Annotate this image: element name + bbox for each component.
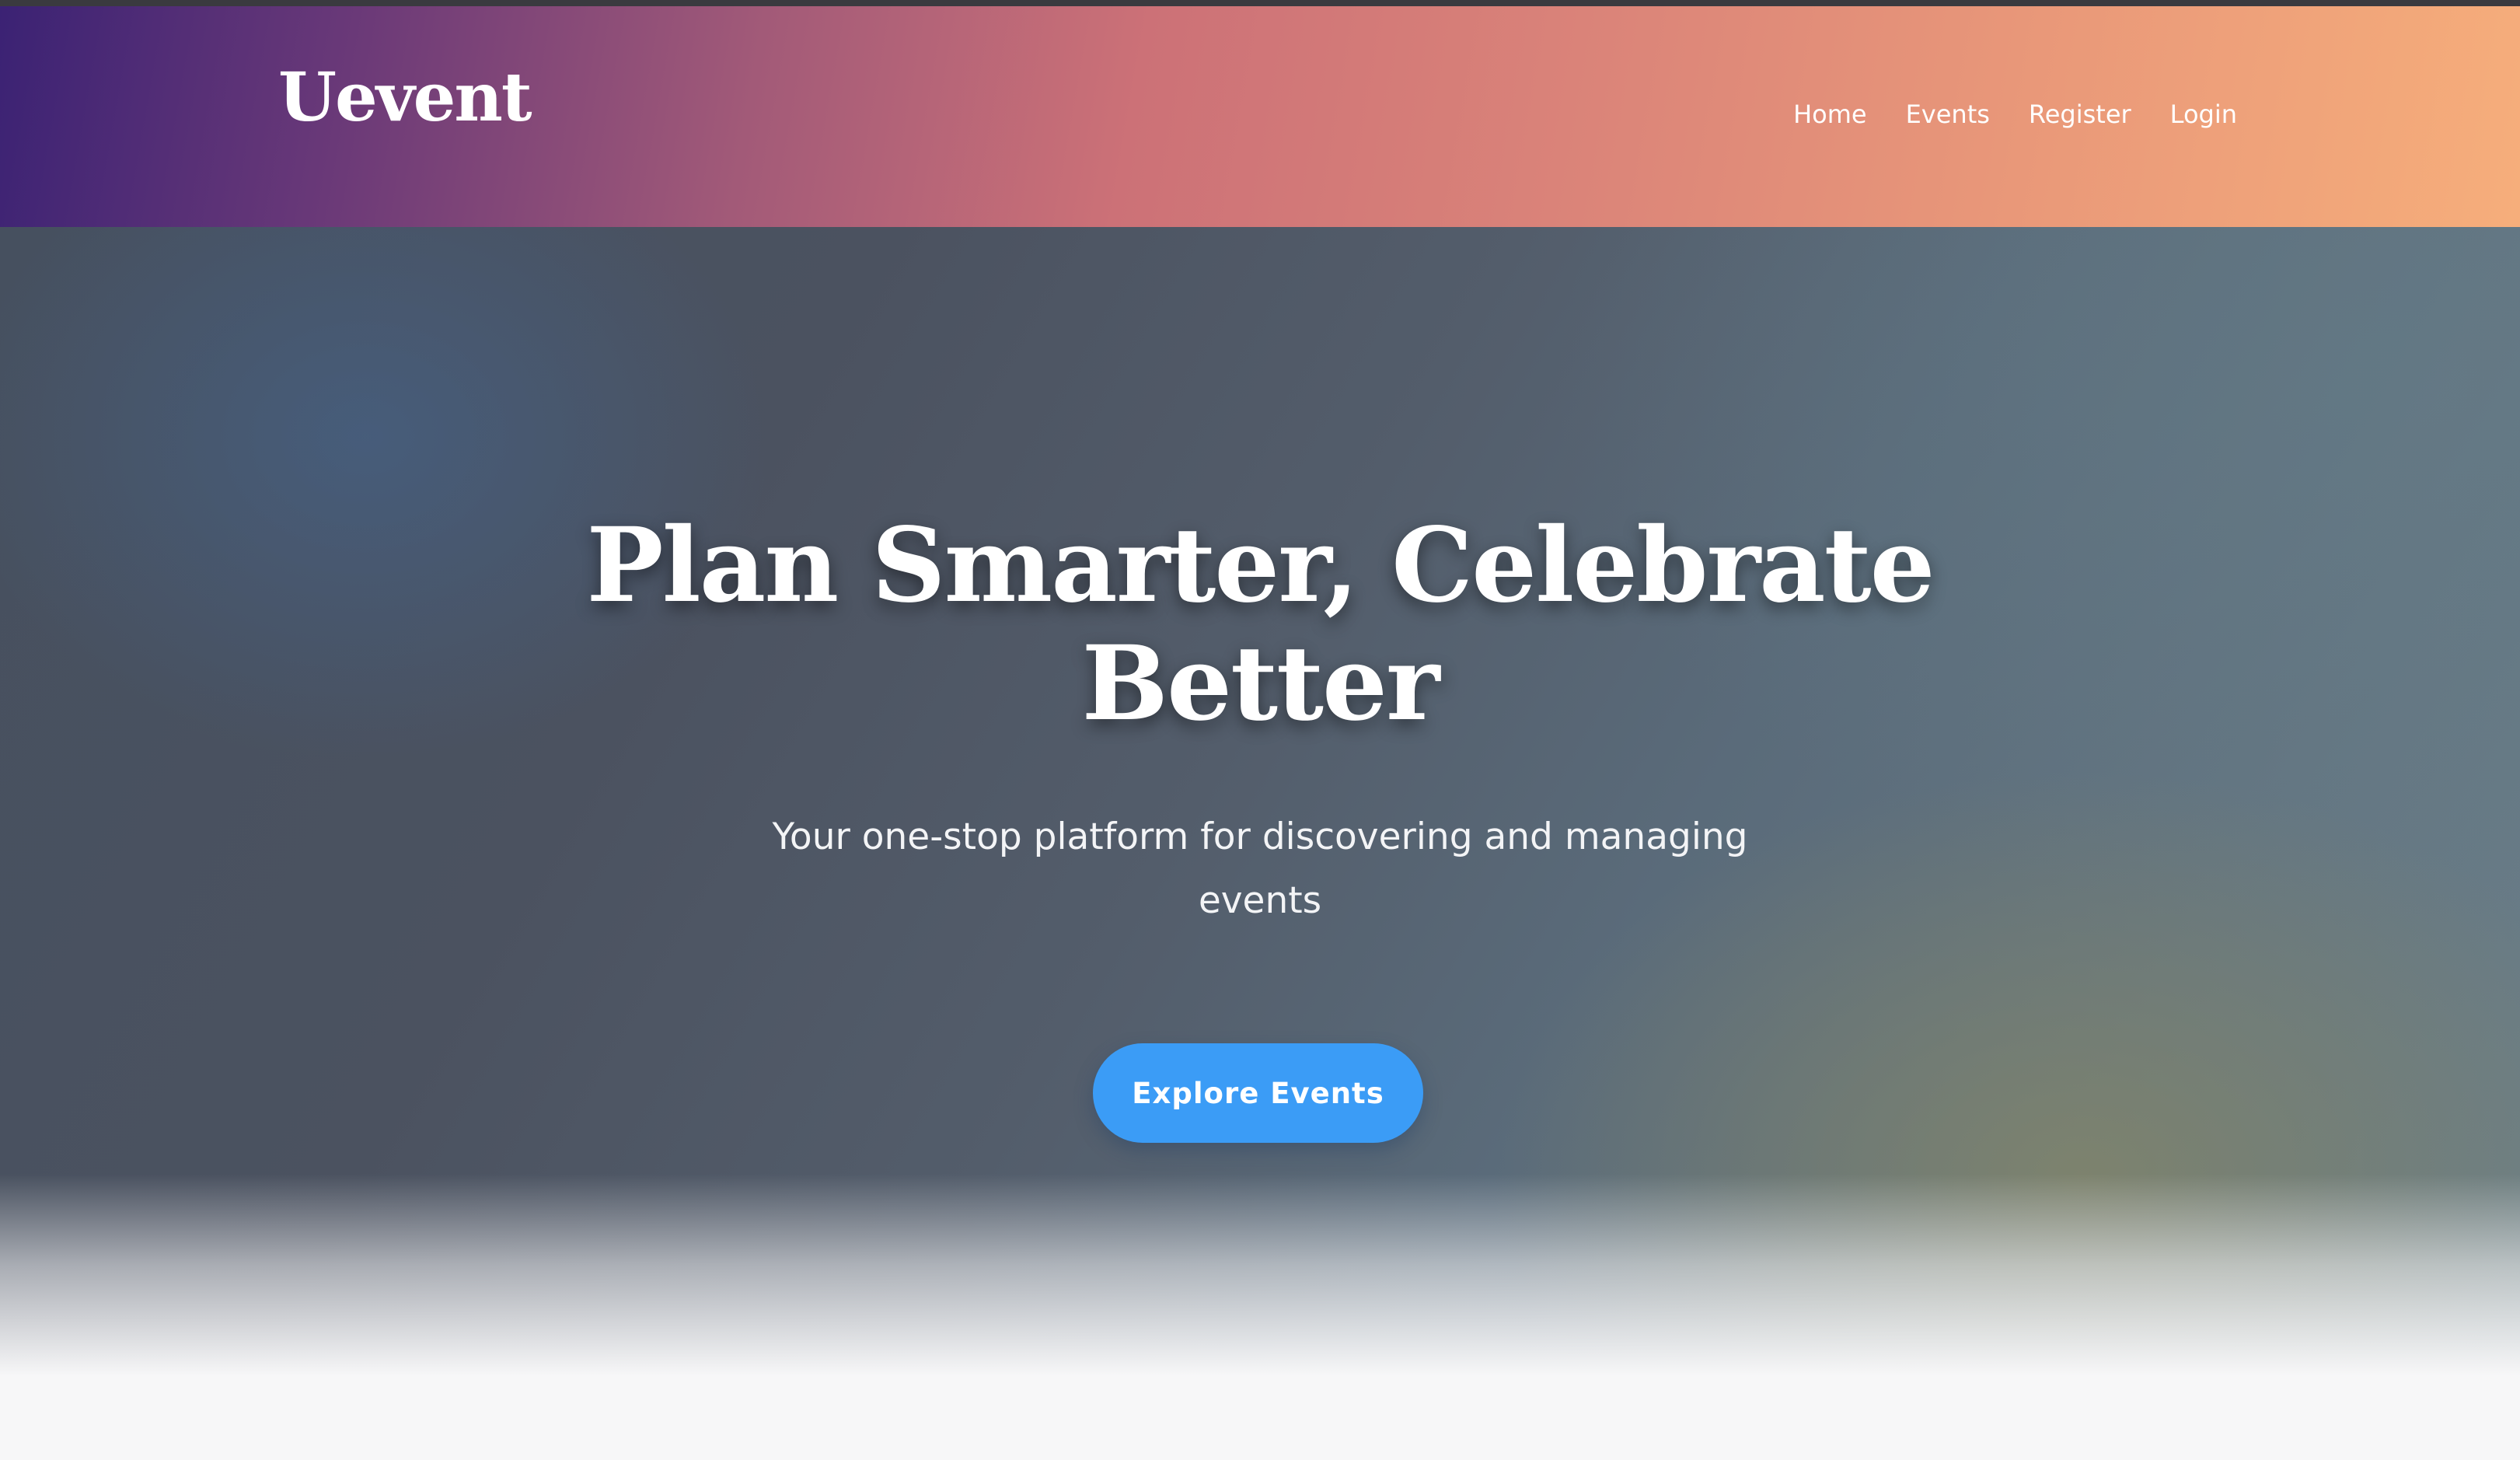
hero-subtitle: Your one-stop platform for discovering a… (772, 816, 1748, 922)
hero-section: Plan Smarter, Celebrate Better Your one-… (0, 227, 2520, 1376)
hero-bottom-fade (0, 1174, 2520, 1376)
hero-title-line-1: Plan Smarter, Celebrate (586, 505, 1935, 626)
hero-title: Plan Smarter, Celebrate Better (0, 507, 2520, 743)
navbar: Uevent Home Events Register Login (0, 6, 2520, 227)
nav-link-register[interactable]: Register (2029, 100, 2131, 129)
window-top-border (0, 0, 2520, 6)
nav-link-home[interactable]: Home (1793, 100, 1867, 129)
brand-logo[interactable]: Uevent (278, 58, 532, 138)
nav-menu: Home Events Register Login (1793, 100, 2237, 129)
hero-title-line-2: Better (1081, 623, 1440, 744)
nav-link-events[interactable]: Events (1906, 100, 1990, 129)
explore-events-button[interactable]: Explore Events (1093, 1043, 1423, 1143)
nav-link-login[interactable]: Login (2170, 100, 2237, 129)
